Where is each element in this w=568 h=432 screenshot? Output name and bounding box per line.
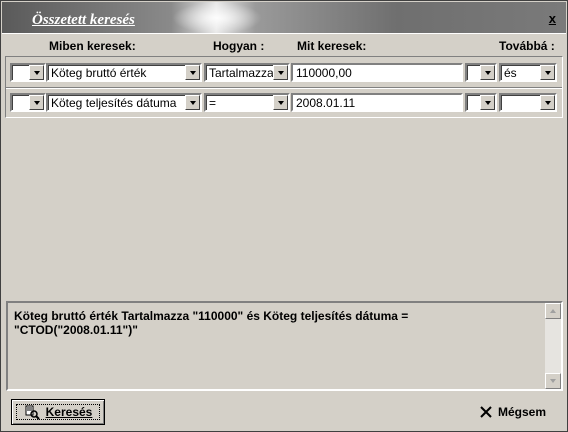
header-what: Mit keresek: — [297, 39, 367, 53]
search-value-text: 110000,00 — [296, 66, 352, 80]
chevron-down-icon[interactable] — [480, 65, 495, 80]
chevron-down-icon[interactable] — [480, 95, 495, 110]
open-paren-select[interactable] — [10, 63, 46, 82]
operator-value: Tartalmazza — [209, 66, 274, 80]
operator-select[interactable]: Tartalmazza — [204, 63, 290, 82]
chevron-down-icon[interactable] — [185, 95, 200, 110]
chevron-down-icon[interactable] — [29, 95, 44, 110]
query-preview-text: Köteg bruttó érték Tartalmazza "110000" … — [14, 309, 409, 337]
connector-value: és — [504, 66, 517, 80]
search-value-text: 2008.01.11 — [296, 96, 356, 110]
query-preview-box[interactable]: Köteg bruttó érték Tartalmazza "110000" … — [6, 301, 563, 391]
operator-select[interactable]: = — [204, 93, 290, 112]
complex-search-dialog: Összetett keresés x Miben keresek: Hogya… — [0, 0, 568, 432]
title-bar-glow — [172, 2, 262, 34]
chevron-down-icon[interactable] — [540, 65, 555, 80]
condition-rows-panel: Köteg bruttó érték Tartalmazza 110000,00… — [5, 56, 563, 118]
focus-rect — [16, 404, 100, 420]
header-how: Hogyan : — [213, 39, 265, 53]
cancel-button[interactable]: Mégsem — [473, 399, 553, 425]
field-select[interactable]: Köteg bruttó érték — [46, 63, 202, 82]
search-value-input[interactable]: 2008.01.11 — [291, 93, 463, 112]
cancel-button-label: Mégsem — [497, 405, 547, 419]
header-next: Továbbá : — [499, 39, 555, 53]
field-select[interactable]: Köteg teljesítés dátuma — [46, 93, 202, 112]
close-icon — [480, 406, 492, 418]
close-paren-select[interactable] — [465, 63, 497, 82]
connector-select[interactable] — [499, 93, 557, 112]
row-divider — [6, 87, 562, 89]
connector-select[interactable]: és — [499, 63, 557, 82]
close-paren-select[interactable] — [465, 93, 497, 112]
title-bar[interactable]: Összetett keresés x — [2, 2, 566, 34]
operator-value: = — [209, 96, 217, 110]
scroll-up-icon[interactable] — [545, 303, 561, 319]
search-button[interactable]: Keresés — [11, 399, 105, 425]
chevron-down-icon[interactable] — [540, 95, 555, 110]
window-title: Összetett keresés — [32, 12, 135, 28]
scroll-down-icon[interactable] — [545, 373, 561, 389]
header-field: Miben keresek: — [49, 39, 136, 53]
column-headers: Miben keresek: Hogyan : Mit keresek: Tov… — [1, 39, 568, 55]
chevron-down-icon[interactable] — [273, 95, 288, 110]
open-paren-select[interactable] — [10, 93, 46, 112]
field-value: Köteg teljesítés dátuma — [51, 96, 177, 110]
chevron-down-icon[interactable] — [29, 65, 44, 80]
search-value-input[interactable]: 110000,00 — [291, 63, 463, 82]
chevron-down-icon[interactable] — [185, 65, 200, 80]
query-scrollbar[interactable] — [545, 303, 561, 389]
field-value: Köteg bruttó érték — [51, 66, 147, 80]
close-button[interactable]: x — [549, 11, 556, 26]
chevron-down-icon[interactable] — [273, 65, 288, 80]
